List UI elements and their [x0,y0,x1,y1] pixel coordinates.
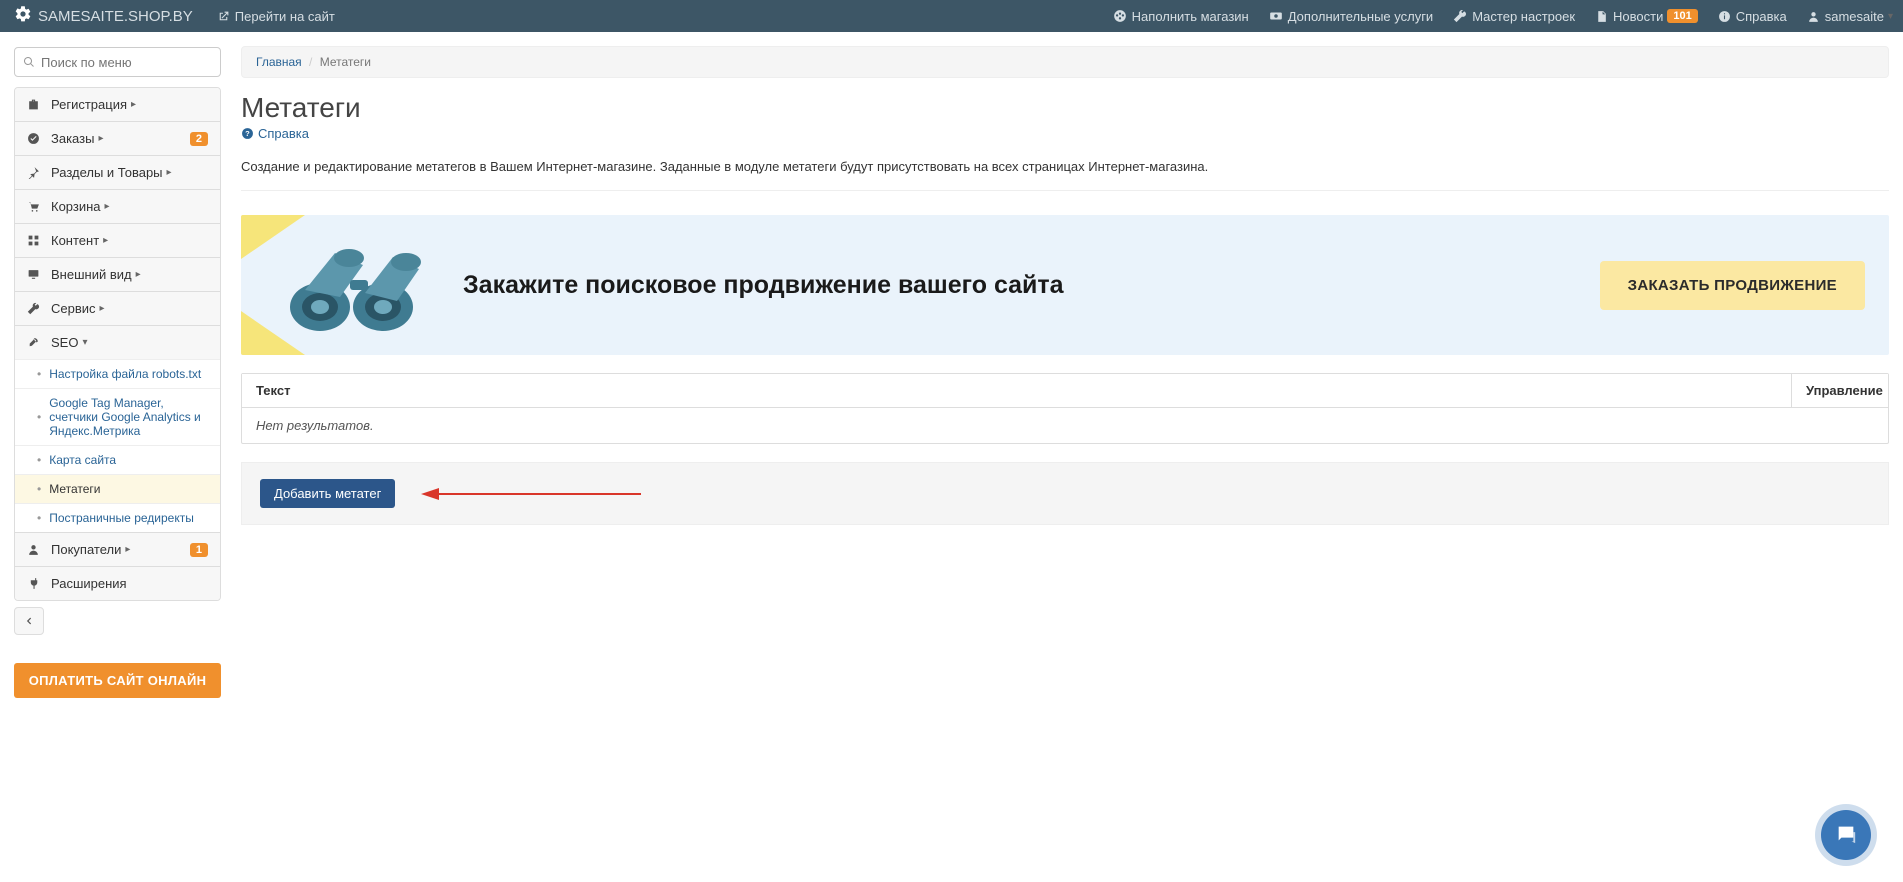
col-manage: Управление [1792,374,1888,407]
svg-text:?: ? [245,129,250,138]
sidebar-item-cart[interactable]: Корзина▸ [15,189,220,223]
binoculars-icon [265,235,445,335]
sidebar-item-extensions[interactable]: Расширения [15,566,220,600]
page-help-link[interactable]: ? Справка [241,126,309,141]
caret-right-icon: ▸ [167,167,172,178]
caret-right-icon: ▸ [103,235,108,246]
breadcrumb-home[interactable]: Главная [256,55,302,69]
dashboard-icon [1113,9,1127,23]
sidebar-item-service[interactable]: Сервис▸ [15,291,220,325]
banner-title: Закажите поисковое продвижение вашего са… [463,271,1600,300]
question-circle-icon: ? [241,127,254,140]
action-bar: Добавить метатег [241,462,1889,525]
breadcrumb-current: Метатеги [320,55,371,69]
file-icon [1595,10,1608,23]
user-icon [27,543,43,556]
wrench-icon [27,302,43,315]
info-icon [1718,10,1731,23]
chat-icon [1835,823,1857,848]
metatags-table: Текст Управление Нет результатов. [241,373,1889,444]
caret-right-icon: ▸ [100,303,105,314]
goto-site-link[interactable]: Перейти на сайт [207,0,345,32]
gear-icon [14,5,38,27]
table-empty-message: Нет результатов. [242,408,1888,443]
desktop-icon [27,268,43,281]
sub-robots[interactable]: Настройка файла robots.txt [15,359,220,388]
order-promotion-button[interactable]: ЗАКАЗАТЬ ПРОДВИЖЕНИЕ [1600,261,1865,310]
sidebar-item-customers[interactable]: Покупатели▸ 1 [15,532,220,566]
caret-right-icon: ▸ [131,99,136,110]
caret-down-icon: ▾ [1888,11,1893,22]
caret-down-icon: ▾ [82,337,87,348]
user-menu[interactable]: samesaite ▾ [1797,0,1903,32]
seo-submenu: Настройка файла robots.txt Google Tag Ma… [15,359,220,532]
fill-store-link[interactable]: Наполнить магазин [1103,0,1259,32]
settings-wizard-link[interactable]: Мастер настроек [1443,0,1585,32]
sub-metatags[interactable]: Метатеги [15,474,220,503]
thumbtack-icon [27,166,43,179]
arrow-annotation-icon [421,485,641,503]
brand-link[interactable]: SAMESAITE.SHOP.BY [0,5,207,27]
help-link[interactable]: Справка [1708,0,1797,32]
rocket-icon [27,336,43,349]
menu-search[interactable] [14,47,221,77]
money-icon [1269,9,1283,23]
breadcrumb: Главная / Метатеги [241,46,1889,78]
news-badge: 101 [1667,9,1697,23]
caret-right-icon: ▸ [98,133,103,144]
col-text: Текст [242,374,1792,407]
sidebar-item-appearance[interactable]: Внешний вид▸ [15,257,220,291]
briefcase-icon [27,98,43,111]
caret-right-icon: ▸ [136,269,141,280]
extra-services-link[interactable]: Дополнительные услуги [1259,0,1443,32]
sub-redirects[interactable]: Постраничные редиректы [15,503,220,532]
grid-icon [27,234,43,247]
brand-text: SAMESAITE.SHOP.BY [38,8,193,25]
sub-sitemap[interactable]: Карта сайта [15,445,220,474]
add-metatag-button[interactable]: Добавить метатег [260,479,395,508]
chevron-left-icon [24,614,34,629]
caret-right-icon: ▸ [105,201,110,212]
caret-right-icon: ▸ [125,544,130,555]
sidebar-item-seo[interactable]: SEO▾ [15,325,220,359]
page-title: Метатеги [241,92,1889,124]
promo-banner: Закажите поисковое продвижение вашего са… [241,215,1889,355]
page-description: Создание и редактирование метатегов в Ва… [241,159,1889,191]
sidebar-item-content[interactable]: Контент▸ [15,223,220,257]
sub-gtm[interactable]: Google Tag Manager, счетчики Google Anal… [15,388,220,445]
menu-search-input[interactable] [41,55,217,70]
collapse-sidebar-button[interactable] [14,607,44,635]
sidebar-item-orders[interactable]: Заказы▸ 2 [15,121,220,155]
pay-online-button[interactable]: ОПЛАТИТЬ САЙТ ОНЛАЙН [14,663,221,698]
customers-badge: 1 [190,543,208,557]
sidebar-item-sections[interactable]: Разделы и Товары▸ [15,155,220,189]
external-link-icon [217,10,230,23]
user-icon [1807,10,1820,23]
cart-icon [27,200,43,213]
search-icon [23,56,35,68]
orders-badge: 2 [190,132,208,146]
news-link[interactable]: Новости 101 [1585,0,1708,32]
chat-button[interactable] [1821,810,1871,860]
check-circle-icon [27,132,43,145]
plug-icon [27,577,43,590]
sidebar-item-registration[interactable]: Регистрация▸ [15,88,220,121]
wrench-icon [1453,9,1467,23]
